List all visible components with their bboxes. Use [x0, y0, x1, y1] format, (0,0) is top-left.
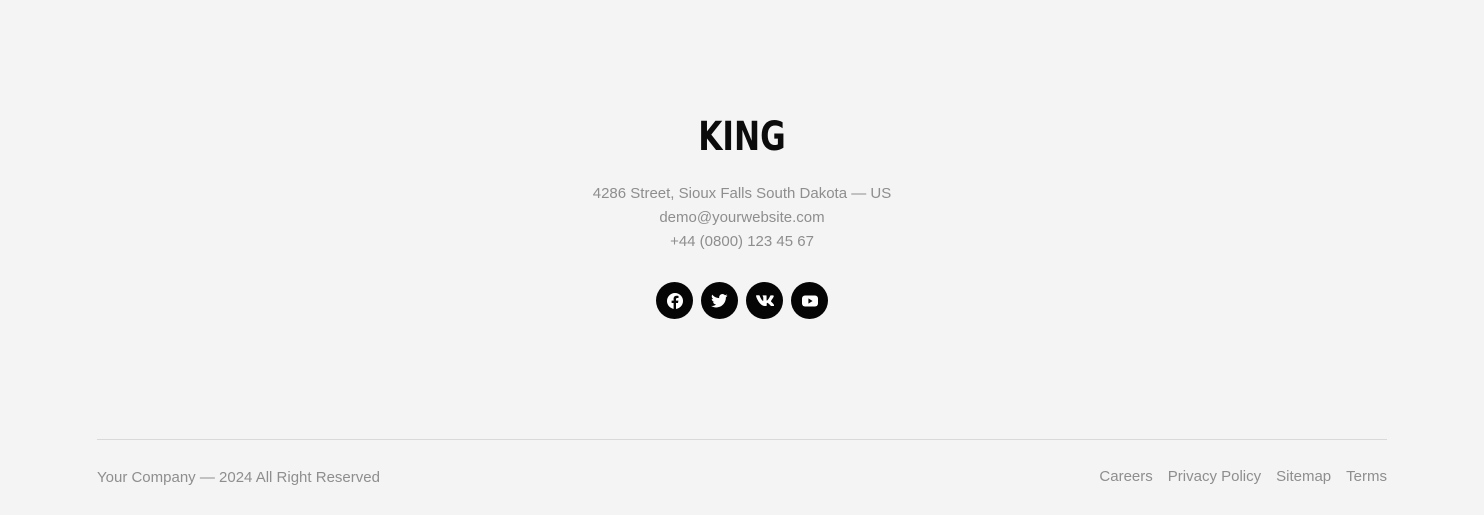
brand-logo[interactable]: KING	[163, 113, 1321, 161]
vk-icon	[755, 295, 774, 306]
contact-email[interactable]: demo@yourwebsite.com	[0, 206, 1484, 230]
vk-button[interactable]	[746, 282, 783, 319]
youtube-icon	[801, 295, 818, 306]
copyright-text: Your Company — 2024 All Right Reserved	[97, 469, 380, 486]
site-footer: KING 4286 Street, Sioux Falls South Dako…	[0, 0, 1484, 515]
twitter-icon	[711, 293, 728, 307]
twitter-button[interactable]	[701, 282, 738, 319]
footer-nav: Careers Privacy Policy Sitemap Terms	[1099, 467, 1387, 487]
footer-divider	[97, 439, 1387, 440]
footer-link-terms[interactable]: Terms	[1346, 467, 1387, 487]
footer-link-sitemap[interactable]: Sitemap	[1276, 467, 1331, 487]
footer-link-privacy-policy[interactable]: Privacy Policy	[1168, 467, 1261, 487]
facebook-button[interactable]	[656, 282, 693, 319]
youtube-button[interactable]	[791, 282, 828, 319]
contact-phone[interactable]: +44 (0800) 123 45 67	[0, 230, 1484, 254]
facebook-icon	[666, 292, 683, 309]
social-links	[656, 282, 828, 319]
contact-info: 4286 Street, Sioux Falls South Dakota — …	[0, 182, 1484, 254]
contact-address: 4286 Street, Sioux Falls South Dakota — …	[592, 185, 892, 202]
footer-link-careers[interactable]: Careers	[1099, 467, 1152, 487]
